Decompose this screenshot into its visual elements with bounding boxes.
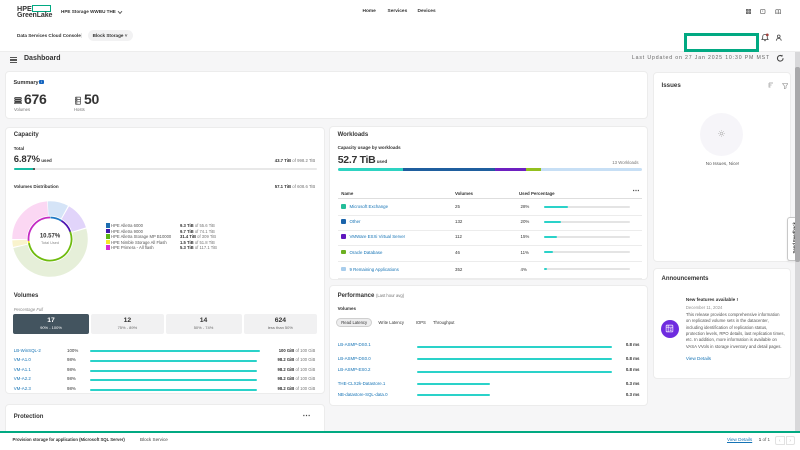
svg-text:Total Used: Total Used bbox=[41, 240, 59, 244]
svg-text:10.57%: 10.57% bbox=[40, 233, 61, 239]
